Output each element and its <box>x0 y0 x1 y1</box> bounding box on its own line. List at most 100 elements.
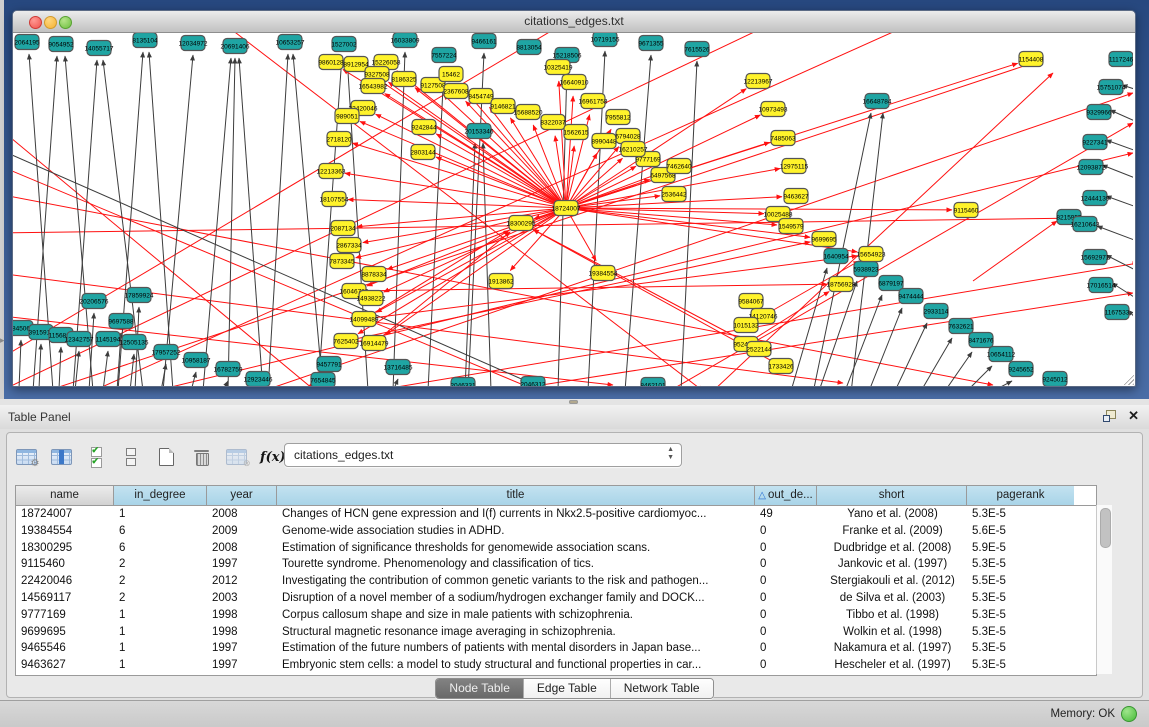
cell-year: 2009 <box>207 523 277 540</box>
svg-text:14099489: 14099489 <box>350 316 379 323</box>
column-header-out_degree[interactable]: △out_de... <box>755 486 817 505</box>
table-row[interactable]: 946362711997Embryonic stem cells: a mode… <box>16 657 1096 674</box>
svg-text:16782759: 16782759 <box>214 366 243 373</box>
table-row[interactable]: 946554611997Estimation of the future num… <box>16 640 1096 657</box>
tab-node-table[interactable]: Node Table <box>436 679 524 698</box>
svg-text:2933114: 2933114 <box>924 308 949 315</box>
scrollbar-thumb[interactable] <box>1100 508 1111 548</box>
column-header-in_degree[interactable]: in_degree <box>114 486 207 505</box>
svg-text:7955812: 7955812 <box>605 114 631 121</box>
svg-text:7625402: 7625402 <box>333 338 359 345</box>
svg-text:12444139: 12444139 <box>1081 195 1110 202</box>
tab-network-table[interactable]: Network Table <box>611 679 713 698</box>
select-all-icon[interactable]: ✔✔ <box>85 444 107 470</box>
table-row[interactable]: 2242004622012Investigating the contribut… <box>16 573 1096 590</box>
tab-edge-table[interactable]: Edge Table <box>524 679 611 698</box>
column-header-name[interactable]: name <box>16 486 114 505</box>
table-panel-body: ⚙ ✔✔ ⊗ <box>0 429 1149 700</box>
table-row[interactable]: 1938455462009Genome-wide association stu… <box>16 523 1096 540</box>
svg-text:9671355: 9671355 <box>638 40 664 47</box>
splitter-handle-icon[interactable] <box>569 400 578 404</box>
svg-text:9242844: 9242844 <box>411 124 437 131</box>
table-row[interactable]: 1456911722003Disruption of a novel membe… <box>16 590 1096 607</box>
svg-text:20206576: 20206576 <box>80 298 109 305</box>
svg-text:17016514: 17016514 <box>1087 282 1116 289</box>
svg-text:17957252: 17957252 <box>152 349 181 356</box>
svg-text:7485063: 7485063 <box>770 135 796 142</box>
svg-text:7557224: 7557224 <box>431 52 457 59</box>
cell-pagerank: 5.3E-5 <box>967 657 1074 674</box>
network-canvas[interactable]: 2064195905495214055717813510412034972206… <box>13 33 1133 386</box>
cell-title: Disruption of a novel member of a sodium… <box>277 590 755 607</box>
table-row[interactable]: 977716911998Corpus callosum shape and si… <box>16 607 1096 624</box>
cell-pagerank: 5.3E-5 <box>967 640 1074 657</box>
network-desktop: ▸ citations_edges.txt 206419590549521405… <box>0 0 1149 399</box>
cell-in_degree: 2 <box>114 573 207 590</box>
cell-title: Genome-wide association studies in ADHD. <box>277 523 755 540</box>
svg-text:18300295: 18300295 <box>507 220 536 227</box>
svg-text:12975115: 12975115 <box>780 163 809 170</box>
float-panel-icon[interactable] <box>1103 410 1116 422</box>
cell-year: 2008 <box>207 506 277 523</box>
cell-name: 18300295 <box>16 540 114 557</box>
cell-title: Embryonic stem cells: a model to study s… <box>277 657 755 674</box>
table-tabs: Node TableEdge TableNetwork Table <box>7 678 1142 699</box>
table-row[interactable]: 1830029562008Estimation of significance … <box>16 540 1096 557</box>
svg-text:16543982: 16543982 <box>359 83 388 90</box>
svg-text:20691406: 20691406 <box>221 43 250 50</box>
cell-out_degree: 0 <box>755 624 817 641</box>
network-window-titlebar[interactable]: citations_edges.txt <box>13 11 1135 33</box>
status-bar: Memory: OK <box>0 700 1149 727</box>
table-row[interactable]: 1872400712008Changes of HCN gene express… <box>16 506 1096 523</box>
cell-name: 9777169 <box>16 607 114 624</box>
rows-icon[interactable] <box>120 444 142 470</box>
cell-short: Franke et al. (2009) <box>817 523 967 540</box>
column-header-title[interactable]: title <box>277 486 755 505</box>
svg-text:9245652: 9245652 <box>1008 366 1034 373</box>
cell-short: Hescheler et al. (1997) <box>817 657 967 674</box>
table-settings-icon[interactable]: ⚙ <box>15 444 37 470</box>
node-table: namein_degreeyeartitle△out_de...shortpag… <box>15 485 1097 676</box>
svg-text:15462: 15462 <box>442 71 460 78</box>
cell-out_degree: 0 <box>755 556 817 573</box>
svg-text:7654845: 7654845 <box>310 377 336 384</box>
column-select-icon[interactable] <box>50 444 72 470</box>
close-panel-icon[interactable]: ✕ <box>1128 409 1139 422</box>
cell-in_degree: 1 <box>114 624 207 641</box>
cell-pagerank: 5.3E-5 <box>967 556 1074 573</box>
svg-text:18107554: 18107554 <box>320 196 349 203</box>
svg-text:12342757: 12342757 <box>65 336 94 343</box>
cell-in_degree: 6 <box>114 540 207 557</box>
cell-title: Changes of HCN gene expression and I(f) … <box>277 506 755 523</box>
table-row[interactable]: 911546021997Tourette syndrome. Phenomeno… <box>16 556 1096 573</box>
cell-pagerank: 5.3E-5 <box>967 506 1074 523</box>
svg-text:2718120: 2718120 <box>326 136 352 143</box>
cell-out_degree: 0 <box>755 640 817 657</box>
column-header-pagerank[interactable]: pagerank <box>967 486 1074 505</box>
cell-name: 9699695 <box>16 624 114 641</box>
svg-text:15226058: 15226058 <box>372 59 401 66</box>
column-header-short[interactable]: short <box>817 486 967 505</box>
svg-text:20153346: 20153346 <box>465 128 494 135</box>
svg-text:12213967: 12213967 <box>744 78 773 85</box>
function-icon[interactable]: f(x) <box>260 444 286 470</box>
cell-title: Structural magnetic resonance image aver… <box>277 624 755 641</box>
table-row[interactable]: 969969511998Structural magnetic resonanc… <box>16 624 1096 641</box>
table-selector-dropdown[interactable]: citations_edges.txt ▲▼ <box>284 443 682 467</box>
svg-text:2367608: 2367608 <box>443 88 469 95</box>
svg-text:8471676: 8471676 <box>968 337 994 344</box>
svg-text:16210257: 16210257 <box>619 146 648 153</box>
svg-text:16648784: 16648784 <box>863 98 892 105</box>
svg-text:2803144: 2803144 <box>410 149 436 156</box>
table-disabled-icon[interactable]: ⊗ <box>225 444 247 470</box>
new-file-icon[interactable] <box>155 444 177 470</box>
cell-out_degree: 0 <box>755 573 817 590</box>
delete-icon[interactable] <box>190 444 212 470</box>
cell-year: 1997 <box>207 640 277 657</box>
svg-text:9777169: 9777169 <box>635 156 661 163</box>
svg-text:18756928: 18756928 <box>827 281 856 288</box>
collapsed-panel-arrow-icon[interactable]: ▸ <box>0 336 5 345</box>
cell-year: 1998 <box>207 624 277 641</box>
table-vertical-scrollbar[interactable] <box>1096 505 1112 674</box>
column-header-year[interactable]: year <box>207 486 277 505</box>
